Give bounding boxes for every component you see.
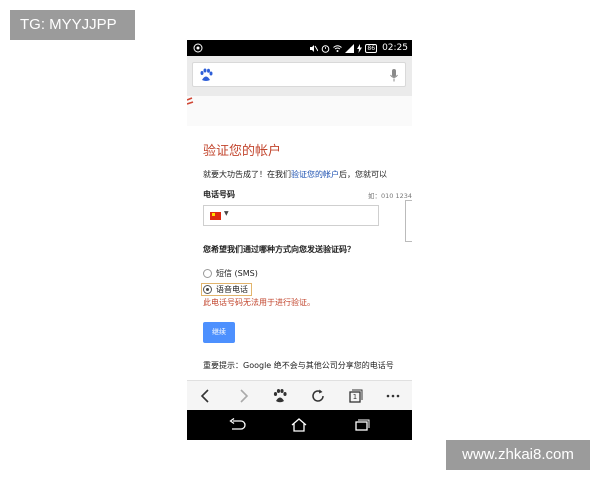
clock: 02:25 <box>382 43 408 53</box>
country-dropdown-icon[interactable]: ▼ <box>224 210 229 217</box>
baidu-paw-icon <box>200 68 213 81</box>
signal-icon <box>345 43 355 53</box>
recent-apps-icon[interactable] <box>353 418 371 432</box>
verification-page: 验证您的帐户 就要大功告成了！在我们验证您的帐户后，您就可以 电话号码 如：01… <box>187 126 412 380</box>
sms-radio[interactable] <box>203 269 212 278</box>
phone-number-field[interactable]: ▼ <box>203 205 379 226</box>
mute-icon <box>310 44 319 52</box>
voice-radio[interactable] <box>203 285 212 294</box>
refresh-icon[interactable] <box>310 388 326 404</box>
phone-number-label: 电话号码 <box>203 190 235 199</box>
continue-button[interactable]: 继续 <box>203 322 235 343</box>
phone-screen: 86 02:25 验证您的帐户 就要大功告成了！在我们验证您的帐户后，您就可以 … <box>187 40 412 440</box>
browser-toolbar: 1 <box>187 380 412 410</box>
tabs-button[interactable]: 1 <box>347 388 363 404</box>
status-icons: 86 02:25 <box>309 40 408 56</box>
description-suffix: 后，您就可以 <box>339 170 387 179</box>
china-flag-icon[interactable] <box>210 212 221 220</box>
home-icon[interactable] <box>290 418 308 432</box>
back-icon[interactable] <box>198 388 214 404</box>
alarm-icon <box>322 44 330 53</box>
forward-icon[interactable] <box>235 388 251 404</box>
verify-account-link[interactable]: 验证您的帐户 <box>291 170 339 179</box>
microphone-icon[interactable] <box>389 68 399 83</box>
watermark-top-left: TG: MYYJJPP <box>10 10 135 40</box>
camera-icon <box>193 43 203 53</box>
voice-label: 语音电话 <box>216 285 248 294</box>
privacy-notice: 重要提示：Google 绝不会与其他公司分享您的电话号 <box>203 361 394 370</box>
error-message: 此电话号码无法用于进行验证。 <box>203 298 315 307</box>
battery-level: 86 <box>365 43 378 53</box>
delivery-question: 您希望我们通过哪种方式向您发送验证码？ <box>203 245 355 254</box>
option-voice-call[interactable]: 语音电话 <box>201 283 252 296</box>
page-description: 就要大功告成了！在我们验证您的帐户后，您就可以 <box>203 169 387 180</box>
description-prefix: 就要大功告成了！在我们 <box>203 170 291 179</box>
baidu-paw-icon[interactable] <box>272 388 288 404</box>
search-bar <box>187 56 412 96</box>
wifi-icon <box>333 44 343 52</box>
hint-tooltip <box>405 200 412 242</box>
phone-example-hint: 如：010 1234 <box>367 192 412 200</box>
tab-count: 1 <box>352 393 358 401</box>
status-bar: 86 02:25 <box>187 40 412 56</box>
logo-fragment-icon <box>187 97 194 105</box>
option-sms[interactable]: 短信 (SMS) <box>203 268 258 279</box>
page-title: 验证您的帐户 <box>203 144 282 159</box>
sms-label: 短信 (SMS) <box>216 269 258 278</box>
system-nav-bar <box>187 410 412 440</box>
search-input[interactable] <box>192 62 406 87</box>
more-icon[interactable] <box>385 388 401 404</box>
charging-icon <box>357 43 363 53</box>
page-header-strip <box>187 96 412 126</box>
watermark-bottom-right: www.zhkai8.com <box>446 440 590 470</box>
system-back-icon[interactable] <box>228 418 246 432</box>
